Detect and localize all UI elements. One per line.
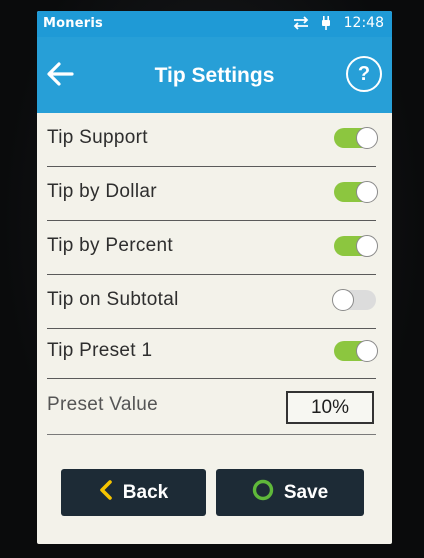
- tip-on-subtotal-toggle[interactable]: [332, 289, 376, 311]
- preset-value-input[interactable]: 10%: [286, 391, 374, 424]
- toggle-knob: [356, 235, 378, 257]
- terminal-screen: Moneris 12:48 Tip Settings ? Tip Support…: [37, 11, 392, 544]
- status-right: 12:48: [292, 15, 384, 31]
- preset-value-label: Preset Value: [47, 394, 158, 415]
- tip-by-percent-toggle[interactable]: [334, 235, 378, 257]
- chevron-left-icon: [99, 479, 113, 506]
- toggle-knob: [356, 127, 378, 149]
- circle-icon: [252, 479, 274, 507]
- tip-support-toggle[interactable]: [334, 127, 378, 149]
- page-title: Tip Settings: [154, 64, 275, 87]
- data-transfer-icon: [292, 15, 310, 31]
- setting-label: Tip on Subtotal: [47, 289, 179, 310]
- settings-list: Tip Support Tip by Dollar Tip by Percent…: [47, 113, 378, 435]
- setting-label: Tip Preset 1: [47, 340, 153, 361]
- toggle-knob: [356, 181, 378, 203]
- status-bar: Moneris 12:48: [37, 11, 392, 37]
- setting-label: Tip by Dollar: [47, 181, 157, 202]
- setting-row-tip-preset-1: Tip Preset 1: [47, 329, 378, 379]
- terminal-device: Moneris 12:48 Tip Settings ? Tip Support…: [0, 0, 424, 558]
- plug-icon: [318, 15, 336, 31]
- help-button[interactable]: ?: [346, 56, 382, 92]
- toggle-knob: [356, 340, 378, 362]
- save-button-label: Save: [283, 481, 329, 503]
- tip-by-dollar-toggle[interactable]: [334, 181, 378, 203]
- setting-row-tip-on-subtotal: Tip on Subtotal: [47, 275, 376, 329]
- setting-row-tip-by-percent: Tip by Percent: [47, 221, 378, 275]
- setting-row-preset-value: Preset Value 10%: [47, 379, 376, 435]
- status-time: 12:48: [343, 15, 384, 31]
- setting-label: Tip by Percent: [47, 235, 173, 256]
- status-app-name: Moneris: [43, 16, 103, 31]
- back-button[interactable]: Back: [61, 469, 206, 516]
- setting-row-tip-support: Tip Support: [47, 113, 378, 167]
- tip-preset-1-toggle[interactable]: [334, 340, 378, 362]
- setting-row-tip-by-dollar: Tip by Dollar: [47, 167, 378, 221]
- save-button[interactable]: Save: [216, 469, 364, 516]
- back-button-label: Back: [122, 481, 169, 503]
- setting-label: Tip Support: [47, 127, 148, 148]
- title-bar: Tip Settings ?: [37, 37, 392, 113]
- toggle-knob: [332, 289, 354, 311]
